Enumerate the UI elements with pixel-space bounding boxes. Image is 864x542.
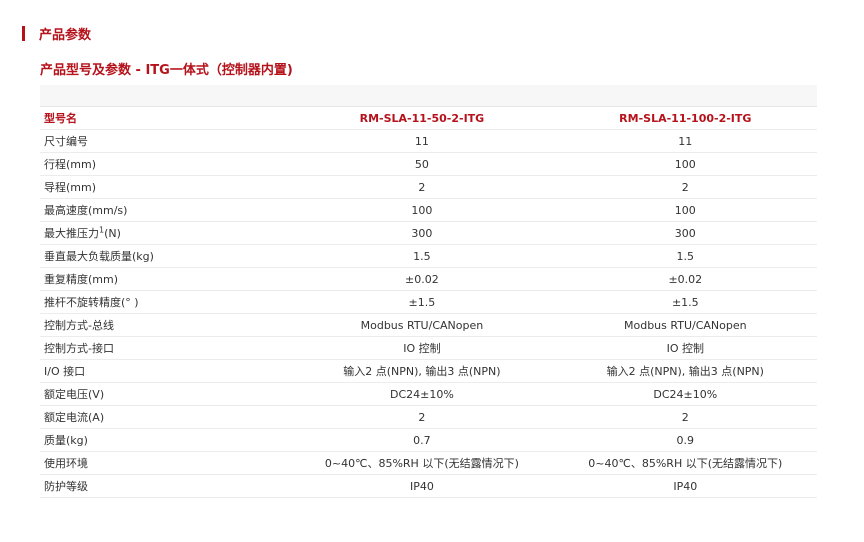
table-row: 垂直最大负载质量(kg) 1.5 1.5	[40, 244, 817, 268]
header-model-1: RM-SLA-11-50-2-ITG	[290, 106, 554, 130]
row-value-model-2: 11	[553, 129, 817, 153]
header-label: 型号名	[40, 106, 291, 130]
table-row: 推杆不旋转精度(° ) ±1.5 ±1.5	[40, 290, 817, 314]
row-value-model-2: 300	[553, 221, 817, 245]
row-value-model-1: 2	[290, 175, 554, 199]
header-model-2: RM-SLA-11-100-2-ITG	[553, 106, 817, 130]
table-row: 最大推压力1(N) 300 300	[40, 221, 817, 245]
row-label: 推杆不旋转精度(° )	[40, 290, 291, 314]
section-header: 产品参数	[22, 25, 92, 43]
row-value-model-1: ±1.5	[290, 290, 554, 314]
table-row: 重复精度(mm) ±0.02 ±0.02	[40, 267, 817, 291]
row-value-model-2: 100	[553, 198, 817, 222]
table-header-row: 型号名 RM-SLA-11-50-2-ITG RM-SLA-11-100-2-I…	[40, 106, 817, 130]
table-row: 最高速度(mm/s) 100 100	[40, 198, 817, 222]
row-value-model-2: 100	[553, 152, 817, 176]
row-label: 最大推压力1(N)	[40, 221, 291, 245]
product-subtitle: 产品型号及参数 - ITG一体式（控制器内置)	[40, 63, 293, 78]
row-value-model-2: 2	[553, 175, 817, 199]
row-value-model-2: 输入2 点(NPN), 输出3 点(NPN)	[553, 359, 817, 383]
row-value-model-1: IP40	[290, 474, 554, 498]
row-label: 使用环境	[40, 451, 291, 475]
row-value-model-2: IO 控制	[553, 336, 817, 360]
row-value-model-1: 50	[290, 152, 554, 176]
table-row: 控制方式-接口 IO 控制 IO 控制	[40, 336, 817, 360]
row-label: 行程(mm)	[40, 152, 291, 176]
table-row: 控制方式-总线 Modbus RTU/CANopen Modbus RTU/CANo…	[40, 313, 817, 337]
table-blank-row	[40, 85, 817, 107]
row-value-model-1: 2	[290, 405, 554, 429]
row-value-model-1: 1.5	[290, 244, 554, 268]
row-label: 防护等级	[40, 474, 291, 498]
row-label: 额定电压(V)	[40, 382, 291, 406]
table-row: 防护等级 IP40 IP40	[40, 474, 817, 498]
row-value-model-2: ±1.5	[553, 290, 817, 314]
table-row: 额定电流(A) 2 2	[40, 405, 817, 429]
spec-table: 型号名 RM-SLA-11-50-2-ITG RM-SLA-11-100-2-I…	[40, 85, 817, 498]
row-value-model-2: 2	[553, 405, 817, 429]
section-title: 产品参数	[39, 28, 92, 43]
row-value-model-1: 0~40℃、85%RH 以下(无结露情况下)	[290, 451, 554, 475]
table-row: 质量(kg) 0.7 0.9	[40, 428, 817, 452]
row-label: 导程(mm)	[40, 175, 291, 199]
row-label: 控制方式-总线	[40, 313, 291, 337]
row-value-model-2: DC24±10%	[553, 382, 817, 406]
table-row: 额定电压(V) DC24±10% DC24±10%	[40, 382, 817, 406]
row-value-model-1: 300	[290, 221, 554, 245]
row-value-model-2: 1.5	[553, 244, 817, 268]
row-value-model-2: ±0.02	[553, 267, 817, 291]
row-value-model-2: 0.9	[553, 428, 817, 452]
row-label: 最高速度(mm/s)	[40, 198, 291, 222]
row-value-model-1: DC24±10%	[290, 382, 554, 406]
row-label: 额定电流(A)	[40, 405, 291, 429]
table-row: 行程(mm) 50 100	[40, 152, 817, 176]
row-value-model-2: Modbus RTU/CANopen	[553, 313, 817, 337]
table-row: I/O 接口 输入2 点(NPN), 输出3 点(NPN) 输入2 点(NPN), …	[40, 359, 817, 383]
table-row: 导程(mm) 2 2	[40, 175, 817, 199]
row-value-model-1: ±0.02	[290, 267, 554, 291]
row-value-model-1: 0.7	[290, 428, 554, 452]
row-value-model-1: IO 控制	[290, 336, 554, 360]
row-value-model-1: 11	[290, 129, 554, 153]
row-label: 控制方式-接口	[40, 336, 291, 360]
row-value-model-1: Modbus RTU/CANopen	[290, 313, 554, 337]
row-label: 重复精度(mm)	[40, 267, 291, 291]
table-row: 使用环境 0~40℃、85%RH 以下(无结露情况下) 0~40℃、85%RH 以下…	[40, 451, 817, 475]
row-label: I/O 接口	[40, 359, 291, 383]
row-value-model-1: 输入2 点(NPN), 输出3 点(NPN)	[290, 359, 554, 383]
row-value-model-2: 0~40℃、85%RH 以下(无结露情况下)	[553, 451, 817, 475]
row-label: 尺寸编号	[40, 129, 291, 153]
row-label: 质量(kg)	[40, 428, 291, 452]
row-label: 垂直最大负载质量(kg)	[40, 244, 291, 268]
table-row: 尺寸编号 11 11	[40, 129, 817, 153]
section-accent-bar	[22, 26, 25, 41]
row-value-model-1: 100	[290, 198, 554, 222]
row-value-model-2: IP40	[553, 474, 817, 498]
